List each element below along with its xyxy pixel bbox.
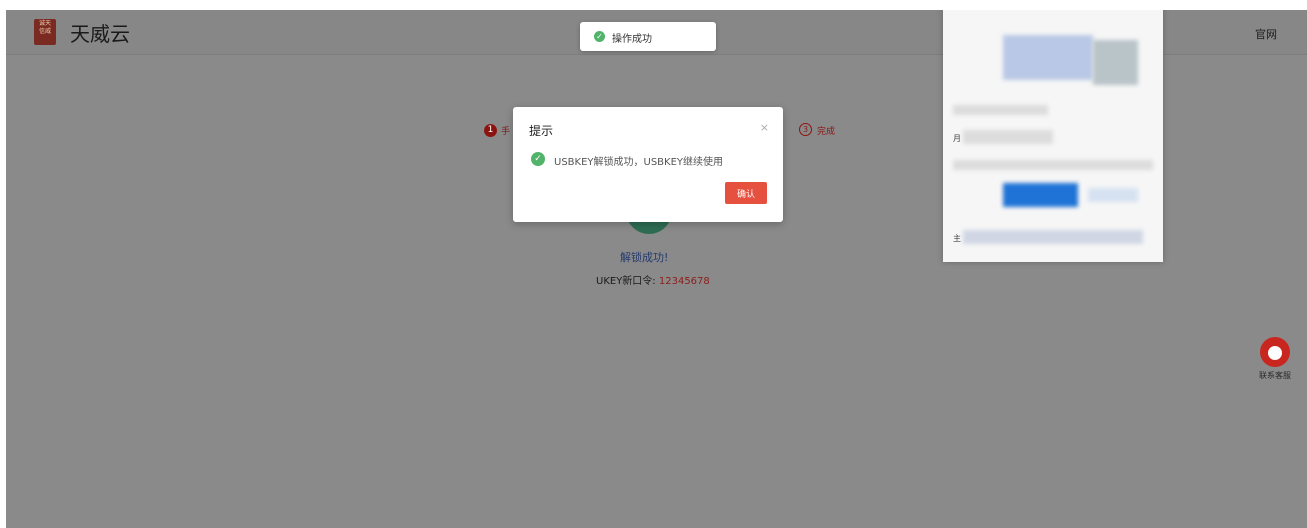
success-check-icon: ✓ (531, 152, 545, 166)
confirm-button[interactable]: 确认 (725, 182, 767, 204)
toast-text: 操作成功 (612, 34, 652, 45)
step-1-marker: 1 (484, 124, 497, 137)
panel-row (953, 105, 1048, 115)
blurred-side-panel: × 月 主 (943, 10, 1163, 262)
new-pin-line: UKEY新口令: 12345678 (596, 272, 710, 287)
unlock-success-title: 解锁成功! (620, 251, 669, 264)
step-3-marker: 3 (799, 123, 812, 136)
panel-row (963, 130, 1053, 144)
new-pin-value: 12345678 (658, 276, 710, 287)
dialog-title: 提示 (529, 124, 554, 138)
success-toast: ✓ 操作成功 (580, 22, 716, 51)
panel-thumbnail (1093, 40, 1138, 85)
brand-logo[interactable]: 诚天 信威 (34, 19, 56, 45)
official-site-link[interactable]: 官网 (1255, 26, 1277, 42)
step-3-label: 完成 (817, 127, 836, 137)
brand-name[interactable]: 天威云 (70, 18, 130, 47)
panel-button[interactable] (1003, 183, 1078, 207)
panel-image (1003, 35, 1093, 80)
step-1-label: 手 (501, 127, 510, 137)
panel-row-prefix: 月 (953, 134, 961, 143)
panel-footer-prefix: 主 (953, 234, 961, 243)
app-frame: 诚天 信威 天威云 官网 ✓ 操作成功 1 手 3 完成 解锁成功! UKEY新口… (6, 10, 1307, 528)
contact-support-widget[interactable]: 联系客服 (1257, 337, 1293, 381)
panel-button-secondary[interactable] (1088, 188, 1138, 202)
new-pin-label: UKEY新口令: (596, 276, 656, 287)
tip-dialog: 提示 × ✓ USBKEY解锁成功，USBKEY继续使用 确认 (513, 107, 783, 222)
dialog-close-icon[interactable]: × (760, 121, 769, 134)
panel-footer (963, 230, 1143, 244)
support-avatar-icon[interactable] (1260, 337, 1290, 367)
check-circle-icon: ✓ (594, 31, 605, 42)
panel-row (953, 160, 1153, 170)
dialog-message: USBKEY解锁成功，USBKEY继续使用 (554, 157, 724, 168)
contact-support-label[interactable]: 联系客服 (1257, 370, 1293, 381)
